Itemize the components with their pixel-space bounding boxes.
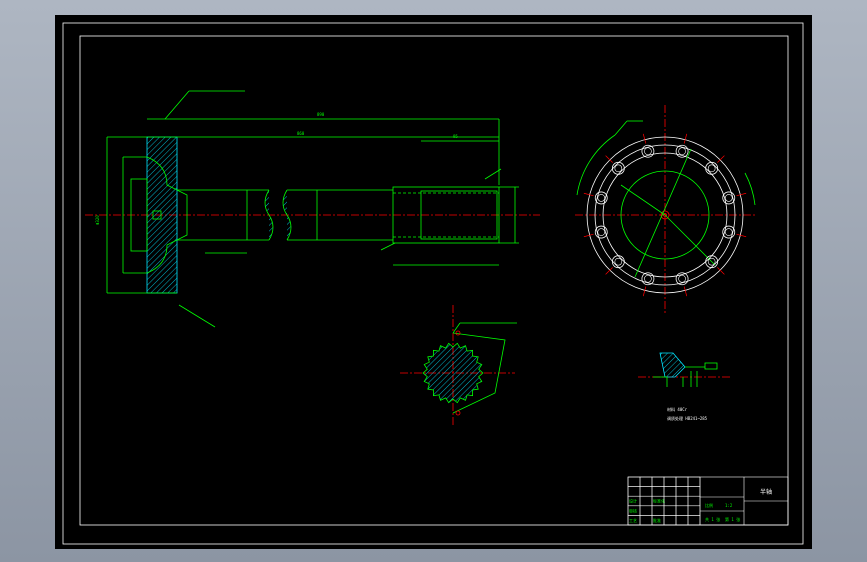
- bolt-hole: [611, 161, 625, 175]
- title-block-cell-text: 标准化: [653, 498, 665, 504]
- bolt-hole-centerline: [583, 192, 594, 197]
- title-block-cell: [639, 505, 653, 516]
- title-block-cell: [639, 476, 653, 487]
- bolt-hole-inner: [724, 228, 733, 236]
- title-block-cell: [687, 476, 701, 487]
- bolt-hole-centerline: [605, 155, 613, 163]
- title-block-cell-text: 工艺: [629, 518, 637, 523]
- title-block-cell: [663, 495, 677, 507]
- flange-section: [146, 136, 178, 294]
- scale-value: 1:2: [725, 503, 733, 508]
- title-block-cell: [639, 515, 653, 526]
- flange-end-view[interactable]: [575, 105, 756, 315]
- title-block-cell: [675, 505, 689, 516]
- title-block-cell: [639, 495, 653, 507]
- spline-section-view[interactable]: [400, 305, 517, 425]
- bolt-hole-centerline: [642, 286, 647, 297]
- bolt-hole-inner: [597, 228, 606, 236]
- bolt-hole-inner: [724, 194, 733, 202]
- bolt-hole-inner: [644, 274, 652, 283]
- title-block-grid: 设计 标准化审核工艺 批准: [627, 476, 701, 526]
- title-block-cell: [663, 486, 677, 497]
- title-block-cell: [651, 505, 665, 516]
- cad-viewport[interactable]: 890 860 95 Φ320 材料 40Cr 调质处理 HB241~285 设…: [55, 15, 812, 549]
- bolt-hole: [611, 255, 625, 269]
- bolt-hole: [705, 161, 719, 175]
- bolt-hole-centerline: [736, 233, 747, 238]
- title-block-cell: [687, 486, 701, 497]
- tech-note-2: 调质处理 HB241~285: [667, 415, 708, 421]
- cad-drawing[interactable]: 890 860 95 Φ320 材料 40Cr 调质处理 HB241~285 设…: [55, 15, 812, 549]
- dim-spline-length: 95: [453, 134, 458, 139]
- detail-view[interactable]: [638, 352, 730, 387]
- title-block-cell: [687, 505, 701, 516]
- title-block-title: 半轴: [760, 488, 772, 496]
- title-block-cell: [675, 515, 689, 526]
- title-block-cell: [639, 486, 653, 497]
- title-block-cell: [627, 476, 641, 487]
- title-block-cell: [651, 486, 665, 497]
- bolt-hole-centerline: [683, 133, 688, 144]
- bolt-hole-inner: [597, 194, 606, 202]
- dim-shaft-length: 860: [297, 131, 305, 136]
- title-block-cell: [651, 476, 665, 487]
- title-block-cell-text: 设计: [629, 498, 637, 504]
- sheet-number: 第 1 张: [725, 516, 740, 522]
- bolt-hole-inner: [614, 257, 623, 266]
- title-block-cell: [675, 476, 689, 487]
- title-block-cell-text: 审核: [629, 507, 637, 513]
- bolt-hole-inner: [678, 274, 686, 283]
- bolt-hole-inner: [707, 164, 716, 173]
- title-block-cell: [663, 476, 677, 487]
- bolt-hole-centerline: [717, 155, 725, 163]
- bolt-hole-inner: [614, 164, 623, 173]
- title-block-cell: [663, 515, 677, 526]
- bolt-hole-centerline: [605, 267, 613, 275]
- title-block-cell: [675, 486, 689, 497]
- spline-gear-section: [422, 342, 484, 404]
- bolt-hole-centerline: [642, 133, 647, 144]
- shaft-main-view[interactable]: [85, 90, 540, 328]
- bolt-hole-centerline: [736, 192, 747, 197]
- bolt-hole-inner: [678, 147, 686, 156]
- title-block-cell: [687, 515, 701, 526]
- title-block-cell: [627, 486, 641, 497]
- sheet-count: 共 1 张: [705, 516, 720, 522]
- title-block-cell: [687, 495, 701, 507]
- dim-flange-dia: Φ320: [95, 215, 100, 225]
- inner-frame: [79, 35, 789, 526]
- title-block-cell: [663, 505, 677, 516]
- title-block-cell: [675, 495, 689, 507]
- bolt-hole-centerline: [717, 267, 725, 275]
- bolt-hole-centerline: [583, 233, 594, 238]
- title-block-cell-text: 批准: [653, 517, 661, 523]
- dim-overall-length: 890: [317, 112, 325, 117]
- tech-note-1: 材料 40Cr: [667, 406, 688, 412]
- scale-label: 比例: [705, 502, 713, 508]
- detail-section: [659, 352, 686, 378]
- bolt-hole-centerline: [683, 286, 688, 297]
- bolt-hole-inner: [644, 147, 652, 156]
